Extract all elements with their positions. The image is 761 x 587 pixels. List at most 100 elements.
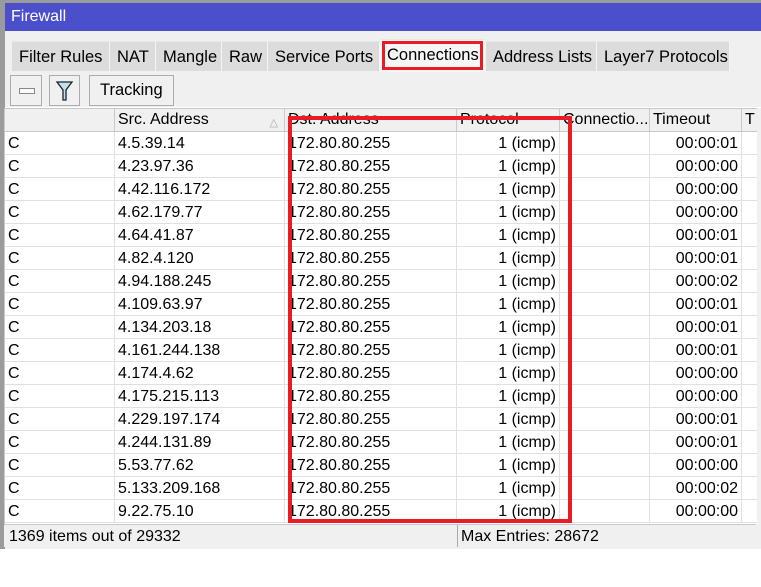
table-row[interactable]: C 5.133.209.168 172.80.80.255 1 (icmp) 00:00… xyxy=(5,477,757,500)
column-header-t[interactable]: T xyxy=(742,109,757,131)
column-header-connection[interactable]: Connectio... xyxy=(560,109,650,131)
src-address-cell: 4.64.41.87 xyxy=(115,224,285,247)
dst-address-cell: 172.80.80.255 xyxy=(285,178,457,201)
connection-cell xyxy=(560,224,650,247)
timeout-cell: 00:00:00 xyxy=(650,155,742,178)
tab-mangle[interactable]: Mangle xyxy=(156,41,222,71)
table-row[interactable]: C 4.174.4.62 172.80.80.255 1 (icmp) 00:00:00 xyxy=(5,362,757,385)
dst-address-cell: 172.80.80.255 xyxy=(285,247,457,270)
flag-cell: C xyxy=(5,132,115,155)
dst-address-cell: 172.80.80.255 xyxy=(285,385,457,408)
extra-cell xyxy=(742,247,757,270)
timeout-cell: 00:00:01 xyxy=(650,293,742,316)
tab-address-lists[interactable]: Address Lists xyxy=(486,41,597,71)
window-title[interactable]: Firewall xyxy=(5,3,761,31)
funnel-icon xyxy=(55,81,74,101)
table-row[interactable]: C 9.22.75.10 172.80.80.255 1 (icmp) 00:00:00 xyxy=(5,500,757,523)
table-row[interactable]: C 4.23.97.36 172.80.80.255 1 (icmp) 00:00:00 xyxy=(5,155,757,178)
protocol-cell: 1 (icmp) xyxy=(457,408,560,431)
extra-cell xyxy=(742,270,757,293)
extra-cell xyxy=(742,454,757,477)
connection-cell xyxy=(560,316,650,339)
flag-cell: C xyxy=(5,339,115,362)
extra-cell xyxy=(742,339,757,362)
protocol-cell: 1 (icmp) xyxy=(457,454,560,477)
timeout-cell: 00:00:01 xyxy=(650,408,742,431)
table-row[interactable]: C 4.134.203.18 172.80.80.255 1 (icmp) 00:00:… xyxy=(5,316,757,339)
src-address-cell: 4.174.4.62 xyxy=(115,362,285,385)
src-address-cell: 5.53.77.62 xyxy=(115,454,285,477)
column-header-dst-address[interactable]: Dst. Address xyxy=(285,109,457,131)
column-header-protocol[interactable]: Protocol xyxy=(457,109,560,131)
table-row[interactable]: C 4.62.179.77 172.80.80.255 1 (icmp) 00:00:0… xyxy=(5,201,757,224)
protocol-cell: 1 (icmp) xyxy=(457,270,560,293)
flag-cell: C xyxy=(5,293,115,316)
protocol-cell: 1 (icmp) xyxy=(457,385,560,408)
flag-cell: C xyxy=(5,431,115,454)
dst-address-cell: 172.80.80.255 xyxy=(285,224,457,247)
timeout-cell: 00:00:01 xyxy=(650,431,742,454)
src-address-cell: 4.5.39.14 xyxy=(115,132,285,155)
table-row[interactable]: C 4.161.244.138 172.80.80.255 1 (icmp) 00:00… xyxy=(5,339,757,362)
tab-label: NAT xyxy=(117,48,149,66)
timeout-cell: 00:00:00 xyxy=(650,500,742,523)
extra-cell xyxy=(742,178,757,201)
tab-label: Connections xyxy=(387,46,479,64)
src-address-cell: 5.133.209.168 xyxy=(115,477,285,500)
table-row[interactable]: C 4.175.215.113 172.80.80.255 1 (icmp) 00:00… xyxy=(5,385,757,408)
table-row[interactable]: C 4.94.188.245 172.80.80.255 1 (icmp) 00:00:… xyxy=(5,270,757,293)
remove-button[interactable] xyxy=(10,75,42,106)
dst-address-cell: 172.80.80.255 xyxy=(285,339,457,362)
extra-cell xyxy=(742,132,757,155)
timeout-cell: 00:00:01 xyxy=(650,224,742,247)
table-row[interactable]: C 4.229.197.174 172.80.80.255 1 (icmp) 00:00… xyxy=(5,408,757,431)
connection-cell xyxy=(560,132,650,155)
column-header-timeout[interactable]: Timeout xyxy=(650,109,742,131)
timeout-cell: 00:00:01 xyxy=(650,316,742,339)
flag-cell: C xyxy=(5,224,115,247)
src-address-cell: 4.82.4.120 xyxy=(115,247,285,270)
extra-cell xyxy=(742,431,757,454)
protocol-cell: 1 (icmp) xyxy=(457,201,560,224)
dst-address-cell: 172.80.80.255 xyxy=(285,155,457,178)
tab-layer7-protocols[interactable]: Layer7 Protocols xyxy=(597,41,730,71)
flag-cell: C xyxy=(5,247,115,270)
dst-address-cell: 172.80.80.255 xyxy=(285,201,457,224)
table-row[interactable]: C 4.244.131.89 172.80.80.255 1 (icmp) 00:00:… xyxy=(5,431,757,454)
flag-cell: C xyxy=(5,201,115,224)
protocol-cell: 1 (icmp) xyxy=(457,339,560,362)
status-bar: 1369 items out of 29332 Max Entries: 286… xyxy=(4,524,756,547)
protocol-cell: 1 (icmp) xyxy=(457,132,560,155)
table-row[interactable]: C 5.53.77.62 172.80.80.255 1 (icmp) 00:00:00 xyxy=(5,454,757,477)
table-row[interactable]: C 4.5.39.14 172.80.80.255 1 (icmp) 00:00:01 xyxy=(5,132,757,155)
protocol-cell: 1 (icmp) xyxy=(457,316,560,339)
tab-raw[interactable]: Raw xyxy=(222,41,268,71)
src-address-cell: 4.94.188.245 xyxy=(115,270,285,293)
tab-service-ports[interactable]: Service Ports xyxy=(268,41,380,71)
connection-cell xyxy=(560,477,650,500)
table-row[interactable]: C 4.42.116.172 172.80.80.255 1 (icmp) 00:00:… xyxy=(5,178,757,201)
flag-cell: C xyxy=(5,500,115,523)
connection-cell xyxy=(560,155,650,178)
column-header-src-address[interactable]: Src. Address △ xyxy=(115,109,285,131)
tab-filter-rules[interactable]: Filter Rules xyxy=(12,41,110,71)
filter-button[interactable] xyxy=(49,75,80,106)
tracking-button[interactable]: Tracking xyxy=(89,75,174,106)
connection-cell xyxy=(560,339,650,362)
flag-cell: C xyxy=(5,385,115,408)
extra-cell xyxy=(742,201,757,224)
table-row[interactable]: C 4.64.41.87 172.80.80.255 1 (icmp) 00:00:01 xyxy=(5,224,757,247)
tab-connections[interactable]: Connections xyxy=(380,39,486,72)
timeout-cell: 00:00:02 xyxy=(650,270,742,293)
table-row[interactable]: C 4.82.4.120 172.80.80.255 1 (icmp) 00:00:01 xyxy=(5,247,757,270)
protocol-cell: 1 (icmp) xyxy=(457,178,560,201)
sort-ascending-icon: △ xyxy=(269,117,278,129)
dst-address-cell: 172.80.80.255 xyxy=(285,316,457,339)
protocol-cell: 1 (icmp) xyxy=(457,477,560,500)
minus-icon xyxy=(19,88,35,94)
table-row[interactable]: C 4.109.63.97 172.80.80.255 1 (icmp) 00:00:0… xyxy=(5,293,757,316)
tab-nat[interactable]: NAT xyxy=(110,41,156,71)
column-header-flags[interactable] xyxy=(5,109,115,131)
connection-cell xyxy=(560,500,650,523)
src-address-cell: 4.23.97.36 xyxy=(115,155,285,178)
